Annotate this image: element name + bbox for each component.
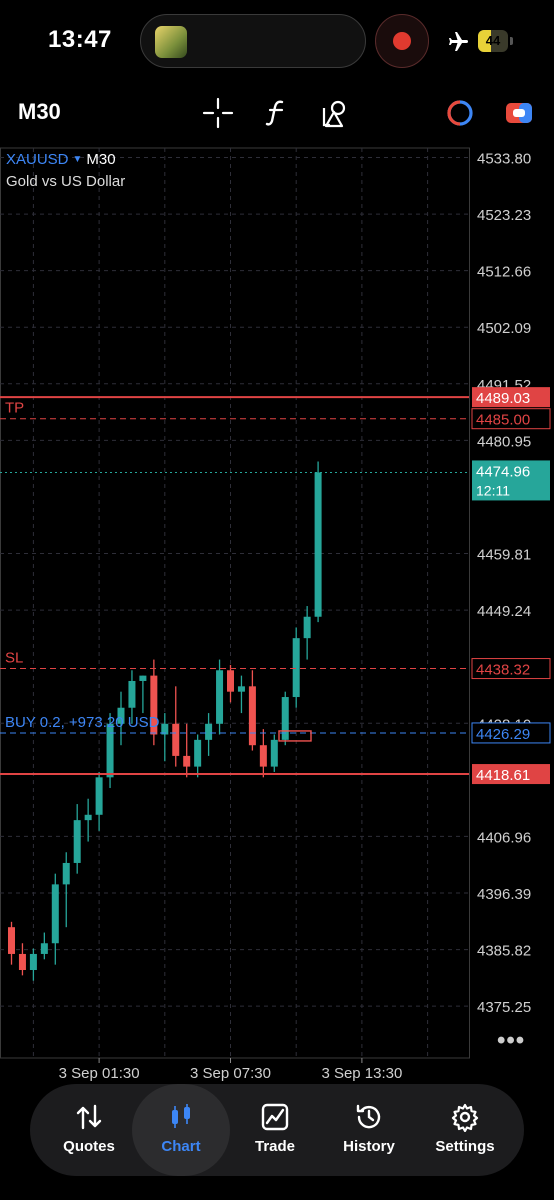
function-icon[interactable] (260, 96, 294, 130)
objects-icon[interactable] (320, 96, 354, 130)
chart-icon (172, 1104, 190, 1128)
nav-label: Settings (435, 1138, 495, 1155)
price-tag-value: 4474.96 (476, 463, 530, 480)
x-tick-label: 3 Sep 07:30 (190, 1065, 271, 1082)
y-tick-label: 4523.23 (477, 207, 531, 224)
settings-icon (451, 1103, 479, 1132)
candle-body (18, 953, 26, 971)
y-tick-label: 4502.09 (477, 320, 531, 337)
price-tag-value: 4418.61 (476, 767, 530, 784)
symbol-dropdown-icon[interactable]: ▼ (73, 154, 83, 165)
timeframe-button[interactable]: M30 (18, 99, 61, 125)
y-tick-label: 4385.82 (477, 943, 531, 960)
level-label: SL (5, 650, 23, 667)
history-icon (356, 1104, 381, 1129)
nav-history[interactable]: History (320, 1084, 418, 1176)
battery-indicator: 44 (478, 30, 508, 52)
candle-body (183, 755, 191, 767)
status-time: 13:47 (48, 26, 112, 53)
candle-body (29, 953, 37, 971)
plot-frame (0, 147, 470, 1059)
status-bar: 13:47 44 (0, 0, 554, 86)
chart-timeframe: M30 (86, 151, 116, 168)
y-tick-label: 4459.81 (477, 547, 531, 564)
bottom-navigation: Quotes Chart Trade History Settings (30, 1084, 524, 1176)
price-tag-value: 4426.29 (476, 726, 530, 743)
record-dot-icon (393, 32, 411, 50)
nav-label: Trade (254, 1138, 296, 1155)
candle-body (139, 675, 147, 681)
symbol-selector[interactable]: XAUUSD ▼ M30 (6, 151, 116, 168)
candle-body (40, 943, 48, 954)
candle-body (227, 670, 234, 692)
candle-body (51, 884, 59, 944)
price-tag-value: 4489.03 (476, 390, 530, 407)
one-click-trading-icon[interactable] (443, 96, 477, 130)
battery-level: 44 (485, 33, 501, 48)
nav-label: Chart (161, 1138, 201, 1155)
candle-body (62, 862, 70, 885)
candle-body (237, 686, 245, 692)
candle-body (128, 680, 136, 708)
trade-icon (261, 1103, 289, 1131)
candle-body (73, 820, 81, 863)
nav-label: History (343, 1138, 395, 1155)
candle-body (292, 638, 300, 698)
candle-body (216, 670, 224, 724)
nav-label: Quotes (63, 1138, 115, 1155)
y-tick-label: 4396.39 (477, 886, 531, 903)
nav-settings[interactable]: Settings (416, 1084, 514, 1176)
y-tick-label: 4406.96 (477, 829, 531, 846)
battery-nub (510, 37, 513, 45)
candle-body (84, 814, 92, 821)
level-label: TP (5, 400, 24, 417)
candle-body (8, 927, 15, 954)
price-chart[interactable]: 4533.804523.234512.664502.094491.524480.… (0, 145, 554, 1090)
candle-body (248, 686, 256, 746)
candle-body (205, 723, 213, 740)
more-options-icon[interactable]: ••• (497, 1027, 525, 1055)
y-tick-label: 4533.80 (477, 151, 531, 168)
bar-countdown: 12:11 (476, 482, 510, 498)
y-tick-label: 4449.24 (477, 603, 531, 620)
symbol-description: Gold vs US Dollar (6, 173, 126, 190)
y-tick-label: 4480.95 (477, 433, 531, 450)
x-tick-label: 3 Sep 13:30 (321, 1065, 402, 1082)
candle-body (95, 777, 103, 815)
screen-recording-indicator[interactable] (375, 14, 429, 68)
candle-body (172, 723, 180, 756)
candle-body (270, 739, 278, 767)
nav-chart[interactable]: Chart (132, 1084, 230, 1176)
candle-body (194, 739, 202, 767)
symbol-name[interactable]: XAUUSD (6, 151, 69, 168)
nav-trade[interactable]: Trade (226, 1084, 324, 1176)
quotes-icon (76, 1104, 102, 1130)
x-tick-label: 3 Sep 01:30 (59, 1065, 140, 1082)
candle-body (314, 472, 322, 617)
crosshair-icon[interactable] (201, 96, 235, 130)
candle-body (303, 616, 311, 639)
y-tick-label: 4512.66 (477, 264, 531, 281)
dynamic-island[interactable] (140, 14, 366, 68)
candle-body (106, 723, 114, 778)
candle-body (259, 745, 267, 767)
price-tag-value: 4485.00 (476, 412, 530, 429)
y-tick-label: 4375.25 (477, 999, 531, 1016)
price-tag-value: 4438.32 (476, 662, 530, 679)
airplane-icon (449, 32, 468, 51)
nav-quotes[interactable]: Quotes (40, 1084, 138, 1176)
app-thumbnail-icon (155, 26, 187, 58)
trade-toggle-icon[interactable] (502, 96, 536, 130)
level-label: BUY 0.2, +973.20 USD (5, 714, 160, 731)
